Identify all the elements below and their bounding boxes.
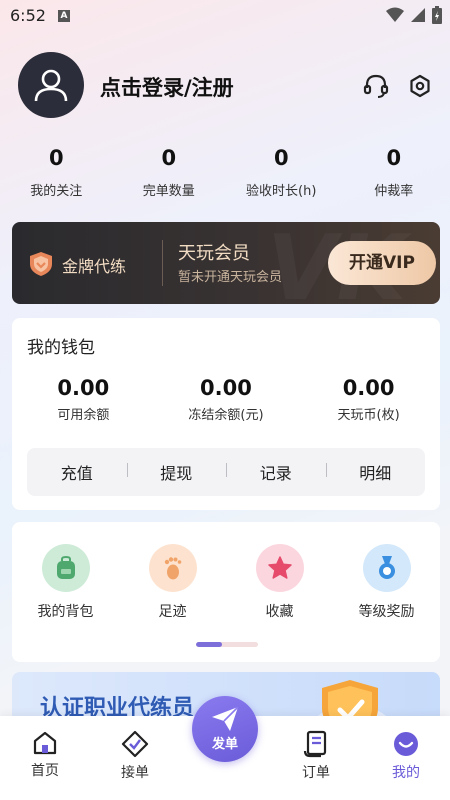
stat-label: 我的关注 [30, 184, 83, 199]
withdraw-button[interactable]: 提现 [126, 460, 227, 484]
vip-divider [162, 240, 163, 286]
wallet-actions: 充值 提现 记录 明细 [27, 448, 425, 496]
feature-icon-bg [41, 544, 90, 592]
order-scroll-icon [303, 730, 327, 758]
settings-button[interactable] [406, 72, 434, 100]
stat-following[interactable]: 0 我的关注 [0, 145, 113, 199]
login-register-link[interactable]: 点击登录/注册 [100, 72, 234, 102]
stat-label: 验收时长(h) [246, 184, 317, 199]
gear-icon [410, 74, 430, 98]
stat-value: 0 [386, 146, 402, 170]
vip-title: 天玩会员 [178, 243, 250, 264]
medal-icon [378, 556, 395, 579]
vip-subtitle: 暂未开通天玩会员 [178, 270, 283, 285]
records-button[interactable]: 记录 [226, 460, 326, 484]
status-notification-icon: A [58, 10, 70, 22]
wallet-available-balance[interactable]: 0.00 可用余额 [12, 376, 155, 423]
tab-accept-orders[interactable]: 接单 [105, 730, 165, 782]
status-bar: 6:52 A [0, 0, 450, 32]
check-diamond-icon [121, 730, 149, 758]
feature-label: 收藏 [265, 604, 294, 620]
status-time: 6:52 [10, 6, 46, 25]
profile-header: 点击登录/注册 [18, 52, 432, 122]
feature-level-rewards[interactable]: 等级奖励 [333, 544, 440, 621]
tab-mine[interactable]: 我的 [376, 730, 436, 782]
recharge-button[interactable]: 充值 [27, 460, 127, 484]
smile-profile-icon [394, 732, 418, 756]
stat-value: 0 [48, 146, 64, 170]
vip-banner[interactable]: VK 金牌代练 天玩会员 暂未开通天玩会员 开通VIP [12, 222, 440, 304]
gold-booster-label: 金牌代练 [62, 257, 127, 276]
tab-label: 首页 [31, 763, 59, 779]
wallet-label: 可用余额 [57, 408, 110, 423]
wifi-icon [386, 7, 404, 22]
feature-label: 等级奖励 [358, 604, 415, 620]
stats-row: 0 我的关注 0 完单数量 0 验收时长(h) 0 仲裁率 [0, 145, 450, 199]
tab-label: 接单 [121, 765, 149, 781]
page-indicator [196, 642, 258, 647]
signal-icon [411, 8, 425, 22]
feature-grid: 我的背包 足迹 收藏 等级奖励 [12, 544, 440, 621]
feature-favorites[interactable]: 收藏 [226, 544, 333, 621]
feature-icon-bg [362, 544, 411, 592]
feature-footprint[interactable]: 足迹 [119, 544, 226, 621]
post-order-button[interactable]: 发单 [192, 696, 258, 762]
feature-icon-bg [148, 544, 197, 592]
wallet-value: 0.00 [200, 376, 252, 400]
feature-label: 足迹 [158, 604, 187, 620]
wallet-value: 0.00 [342, 376, 395, 400]
wallet-value: 0.00 [57, 376, 110, 400]
wallet-title: 我的钱包 [27, 338, 95, 358]
battery-icon [432, 6, 442, 24]
tab-label: 订单 [302, 765, 330, 781]
wallet-label: 天玩币(枚) [337, 408, 400, 423]
stat-completed-orders[interactable]: 0 完单数量 [113, 145, 226, 199]
user-icon [34, 69, 68, 102]
gold-shield-icon [30, 252, 52, 276]
feature-label: 我的背包 [37, 604, 94, 620]
customer-service-button[interactable] [362, 72, 390, 100]
wallet-balances: 0.00 可用余额 0.00 冻结余额(元) 0.00 天玩币(枚) [12, 376, 440, 423]
stat-label: 仲裁率 [374, 184, 414, 199]
backpack-icon [56, 555, 75, 579]
tab-label: 我的 [392, 765, 420, 781]
stat-value: 0 [273, 146, 289, 170]
home-icon [33, 731, 57, 755]
wallet-card: 我的钱包 0.00 可用余额 0.00 冻结余额(元) 0.00 天玩币(枚) … [12, 318, 440, 510]
star-icon [267, 556, 292, 579]
stat-arbitration-rate[interactable]: 0 仲裁率 [338, 145, 450, 199]
stat-label: 完单数量 [142, 184, 195, 199]
open-vip-button[interactable]: 开通VIP [328, 241, 436, 285]
avatar[interactable] [18, 52, 84, 118]
bottom-tab-bar: 首页 接单 发单 订单 我的 [0, 696, 450, 800]
wallet-frozen-balance[interactable]: 0.00 冻结余额(元) [155, 376, 298, 423]
wallet-label: 冻结余额(元) [188, 408, 264, 423]
feature-icon-bg [255, 544, 304, 592]
stat-acceptance-time[interactable]: 0 验收时长(h) [225, 145, 338, 199]
post-order-label: 发单 [211, 737, 238, 752]
headset-icon [363, 74, 389, 98]
details-button[interactable]: 明细 [325, 460, 426, 484]
wallet-coins[interactable]: 0.00 天玩币(枚) [297, 376, 440, 423]
tab-home[interactable]: 首页 [15, 730, 75, 780]
feature-backpack[interactable]: 我的背包 [12, 544, 119, 621]
status-icons [386, 6, 442, 24]
stat-value: 0 [161, 146, 177, 170]
footprint-icon [164, 557, 181, 580]
feature-card: 我的背包 足迹 收藏 等级奖励 [12, 522, 440, 662]
tab-orders[interactable]: 订单 [286, 730, 346, 782]
paper-plane-icon [212, 706, 239, 731]
page-indicator-active [196, 642, 223, 647]
